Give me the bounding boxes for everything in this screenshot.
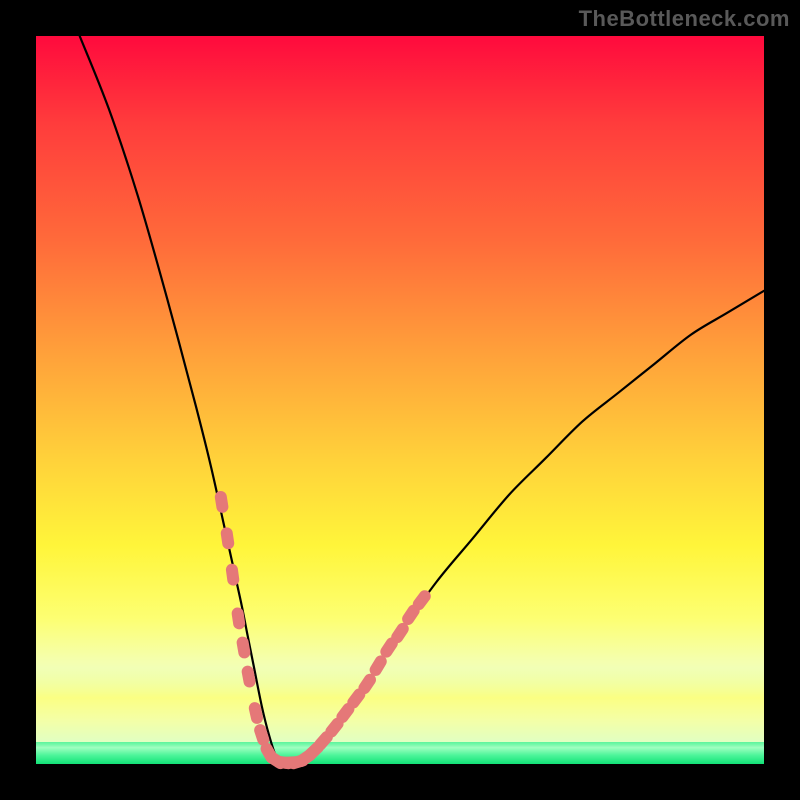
watermark-text: TheBottleneck.com xyxy=(579,6,790,32)
bottleneck-curve xyxy=(80,36,764,765)
curve-layer xyxy=(36,36,764,764)
marker-bead xyxy=(220,527,235,551)
chart-frame: TheBottleneck.com xyxy=(0,0,800,800)
marker-bead xyxy=(225,563,240,586)
marker-bead xyxy=(214,490,229,514)
plot-area xyxy=(36,36,764,764)
